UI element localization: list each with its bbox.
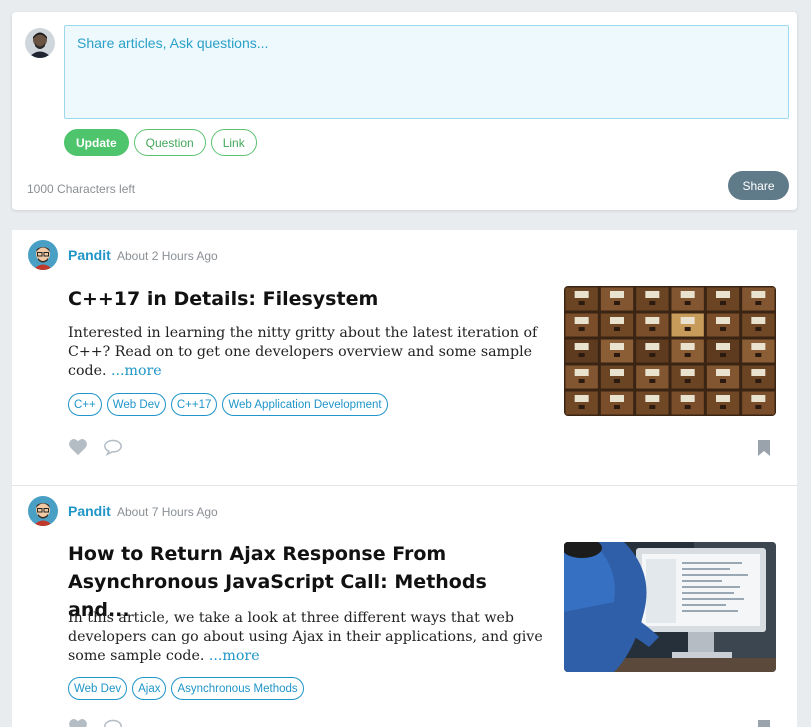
- share-button[interactable]: Share: [728, 171, 789, 200]
- post-card: Pandit About 2 Hours Ago C++17 in Detail…: [12, 230, 797, 486]
- comment-icon[interactable]: [103, 718, 123, 727]
- post-type-buttons: Update Question Link: [64, 129, 257, 156]
- tag[interactable]: Web Application Development: [222, 393, 388, 416]
- link-button[interactable]: Link: [210, 129, 257, 156]
- more-link[interactable]: ...more: [209, 648, 260, 664]
- tag[interactable]: Asynchronous Methods: [171, 677, 304, 700]
- tag-list: Web Dev Ajax Asynchronous Methods: [68, 677, 304, 700]
- tag[interactable]: C++17: [170, 393, 218, 416]
- post-actions: [68, 438, 123, 461]
- tag[interactable]: C++: [68, 393, 102, 416]
- more-link[interactable]: ...more: [111, 363, 162, 379]
- author-name[interactable]: Pandit: [68, 503, 111, 519]
- characters-left: 1000 Characters left: [27, 182, 136, 196]
- user-avatar[interactable]: [25, 28, 55, 58]
- tag-list: C++ Web Dev C++17 Web Application Develo…: [68, 393, 388, 416]
- comment-icon[interactable]: [103, 438, 123, 461]
- post-excerpt: Interested in learning the nitty gritty …: [68, 324, 558, 381]
- tag[interactable]: Ajax: [132, 677, 167, 700]
- post-title[interactable]: C++17 in Details: Filesystem: [68, 285, 548, 313]
- card-catalog-drawers-photo[interactable]: [564, 286, 776, 416]
- post-excerpt: In this article, we take a look at three…: [68, 609, 558, 666]
- update-button[interactable]: Update: [64, 129, 129, 156]
- post-card: Pandit About 7 Hours Ago How to Return A…: [12, 486, 797, 727]
- heart-icon[interactable]: [68, 718, 88, 727]
- tag[interactable]: Web Dev: [68, 677, 128, 700]
- heart-icon[interactable]: [68, 438, 88, 461]
- feed: Pandit About 2 Hours Ago C++17 in Detail…: [12, 230, 797, 727]
- tag[interactable]: Web Dev: [106, 393, 166, 416]
- post-composer: Update Question Link 1000 Characters lef…: [12, 12, 797, 210]
- post-time: About 2 Hours Ago: [117, 249, 218, 263]
- author-avatar[interactable]: [28, 240, 58, 270]
- bookmark-icon[interactable]: [757, 720, 771, 727]
- share-input[interactable]: [64, 25, 789, 119]
- developer-at-monitor-photo[interactable]: [564, 542, 776, 672]
- author-name[interactable]: Pandit: [68, 247, 111, 263]
- author-avatar[interactable]: [28, 496, 58, 526]
- excerpt-text: In this article, we take a look at three…: [68, 610, 543, 664]
- post-actions: [68, 718, 123, 727]
- bookmark-icon[interactable]: [757, 440, 771, 461]
- post-time: About 7 Hours Ago: [117, 505, 218, 519]
- question-button[interactable]: Question: [133, 129, 206, 156]
